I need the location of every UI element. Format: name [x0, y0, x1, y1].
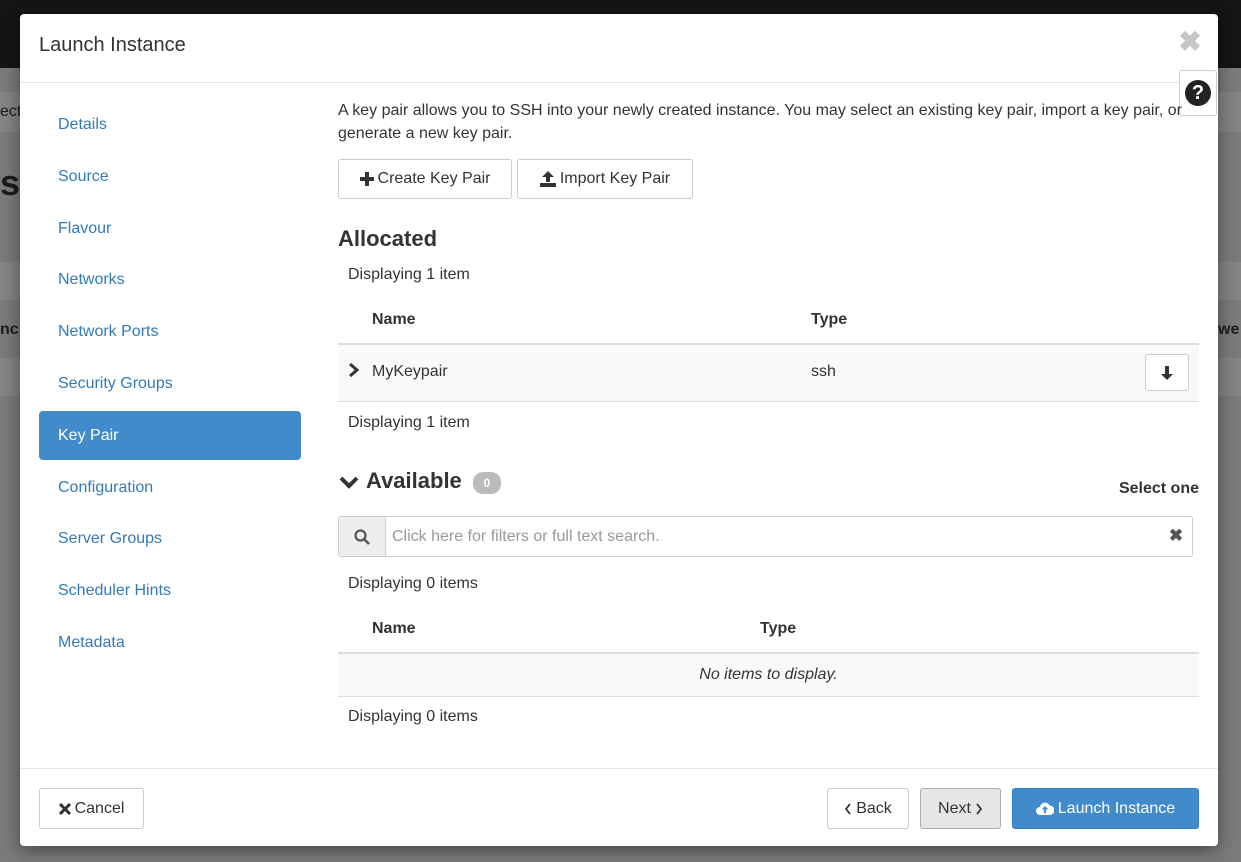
launch-instance-button[interactable]: Launch Instance — [1012, 788, 1199, 829]
nav-item-configuration[interactable]: Configuration — [39, 463, 301, 512]
background-text: we — [1218, 321, 1240, 338]
allocated-title: Allocated — [338, 226, 438, 251]
create-key-pair-label: Create Key Pair — [377, 170, 491, 187]
nav-item-details[interactable]: Details — [39, 100, 301, 149]
back-label: Back — [856, 799, 892, 817]
available-title: Available — [366, 468, 462, 493]
modal-footer: Cancel Back Next Launch Instance — [20, 768, 1218, 846]
available-count-top: Displaying 0 items — [348, 575, 478, 592]
upload-icon — [539, 171, 556, 187]
available-col-type: Type — [760, 620, 797, 637]
launch-instance-modal: Launch Instance ✖ ? Details Source Flavo… — [20, 14, 1218, 846]
create-key-pair-button[interactable]: Create Key Pair — [338, 159, 512, 199]
background-text: ect — [0, 103, 22, 120]
close-icon[interactable]: ✖ — [1178, 28, 1202, 56]
back-button[interactable]: Back — [827, 788, 909, 829]
table-divider — [338, 401, 1199, 402]
select-one-hint: Select one — [1118, 480, 1199, 497]
table-row: MyKeypair ssh — [338, 345, 1199, 401]
search-addon — [339, 517, 386, 556]
search-input[interactable] — [386, 517, 1168, 556]
modal-header: Launch Instance ✖ — [20, 14, 1218, 83]
search-icon — [354, 528, 370, 545]
available-col-name: Name — [372, 620, 416, 637]
allocated-count-top: Displaying 1 item — [348, 266, 470, 283]
search-bar: ✖ — [338, 516, 1193, 557]
allocated-col-name: Name — [372, 311, 416, 328]
arrow-down-icon — [1161, 365, 1173, 380]
available-count-bottom: Displaying 0 items — [348, 708, 478, 725]
import-key-pair-button[interactable]: Import Key Pair — [517, 159, 693, 199]
next-label: Next — [938, 799, 971, 817]
chevron-right-icon[interactable] — [348, 363, 360, 377]
nav-item-security-groups[interactable]: Security Groups — [39, 359, 301, 408]
clear-icon[interactable]: ✖ — [1168, 527, 1184, 545]
allocated-col-type: Type — [811, 311, 848, 328]
table-divider — [338, 696, 1199, 697]
nav-item-metadata[interactable]: Metadata — [39, 618, 301, 667]
nav-item-source[interactable]: Source — [39, 152, 301, 201]
cancel-button[interactable]: Cancel — [39, 788, 144, 829]
times-icon — [58, 802, 71, 815]
empty-message: No items to display. — [699, 666, 838, 683]
background-text: nc — [0, 321, 19, 338]
nav-item-flavour[interactable]: Flavour — [39, 204, 301, 253]
chevron-right-icon — [976, 802, 983, 815]
allocated-key-type: ssh — [811, 363, 836, 380]
next-button[interactable]: Next — [920, 788, 1001, 829]
nav-item-networks[interactable]: Networks — [39, 255, 301, 304]
allocated-count-bottom: Displaying 1 item — [348, 414, 470, 431]
deallocate-button[interactable] — [1145, 354, 1189, 391]
nav-item-scheduler-hints[interactable]: Scheduler Hints — [39, 566, 301, 615]
empty-row: No items to display. — [338, 654, 1199, 696]
plus-icon — [359, 172, 374, 186]
wizard-nav: Details Source Flavour Networks Network … — [39, 100, 301, 670]
chevron-left-icon — [845, 802, 851, 815]
key-pair-description: A key pair allows you to SSH into your n… — [338, 102, 1182, 142]
launch-instance-label: Launch Instance — [1057, 799, 1176, 817]
import-key-pair-label: Import Key Pair — [559, 170, 671, 187]
cancel-label: Cancel — [74, 799, 125, 817]
allocated-key-name: MyKeypair — [372, 363, 448, 380]
nav-item-network-ports[interactable]: Network Ports — [39, 307, 301, 356]
cloud-upload-icon — [1035, 802, 1054, 815]
nav-item-key-pair[interactable]: Key Pair — [39, 410, 301, 460]
nav-item-server-groups[interactable]: Server Groups — [39, 514, 301, 563]
available-count-badge: 0 — [473, 472, 501, 494]
chevron-down-icon — [339, 476, 359, 489]
modal-title: Launch Instance — [39, 34, 186, 56]
